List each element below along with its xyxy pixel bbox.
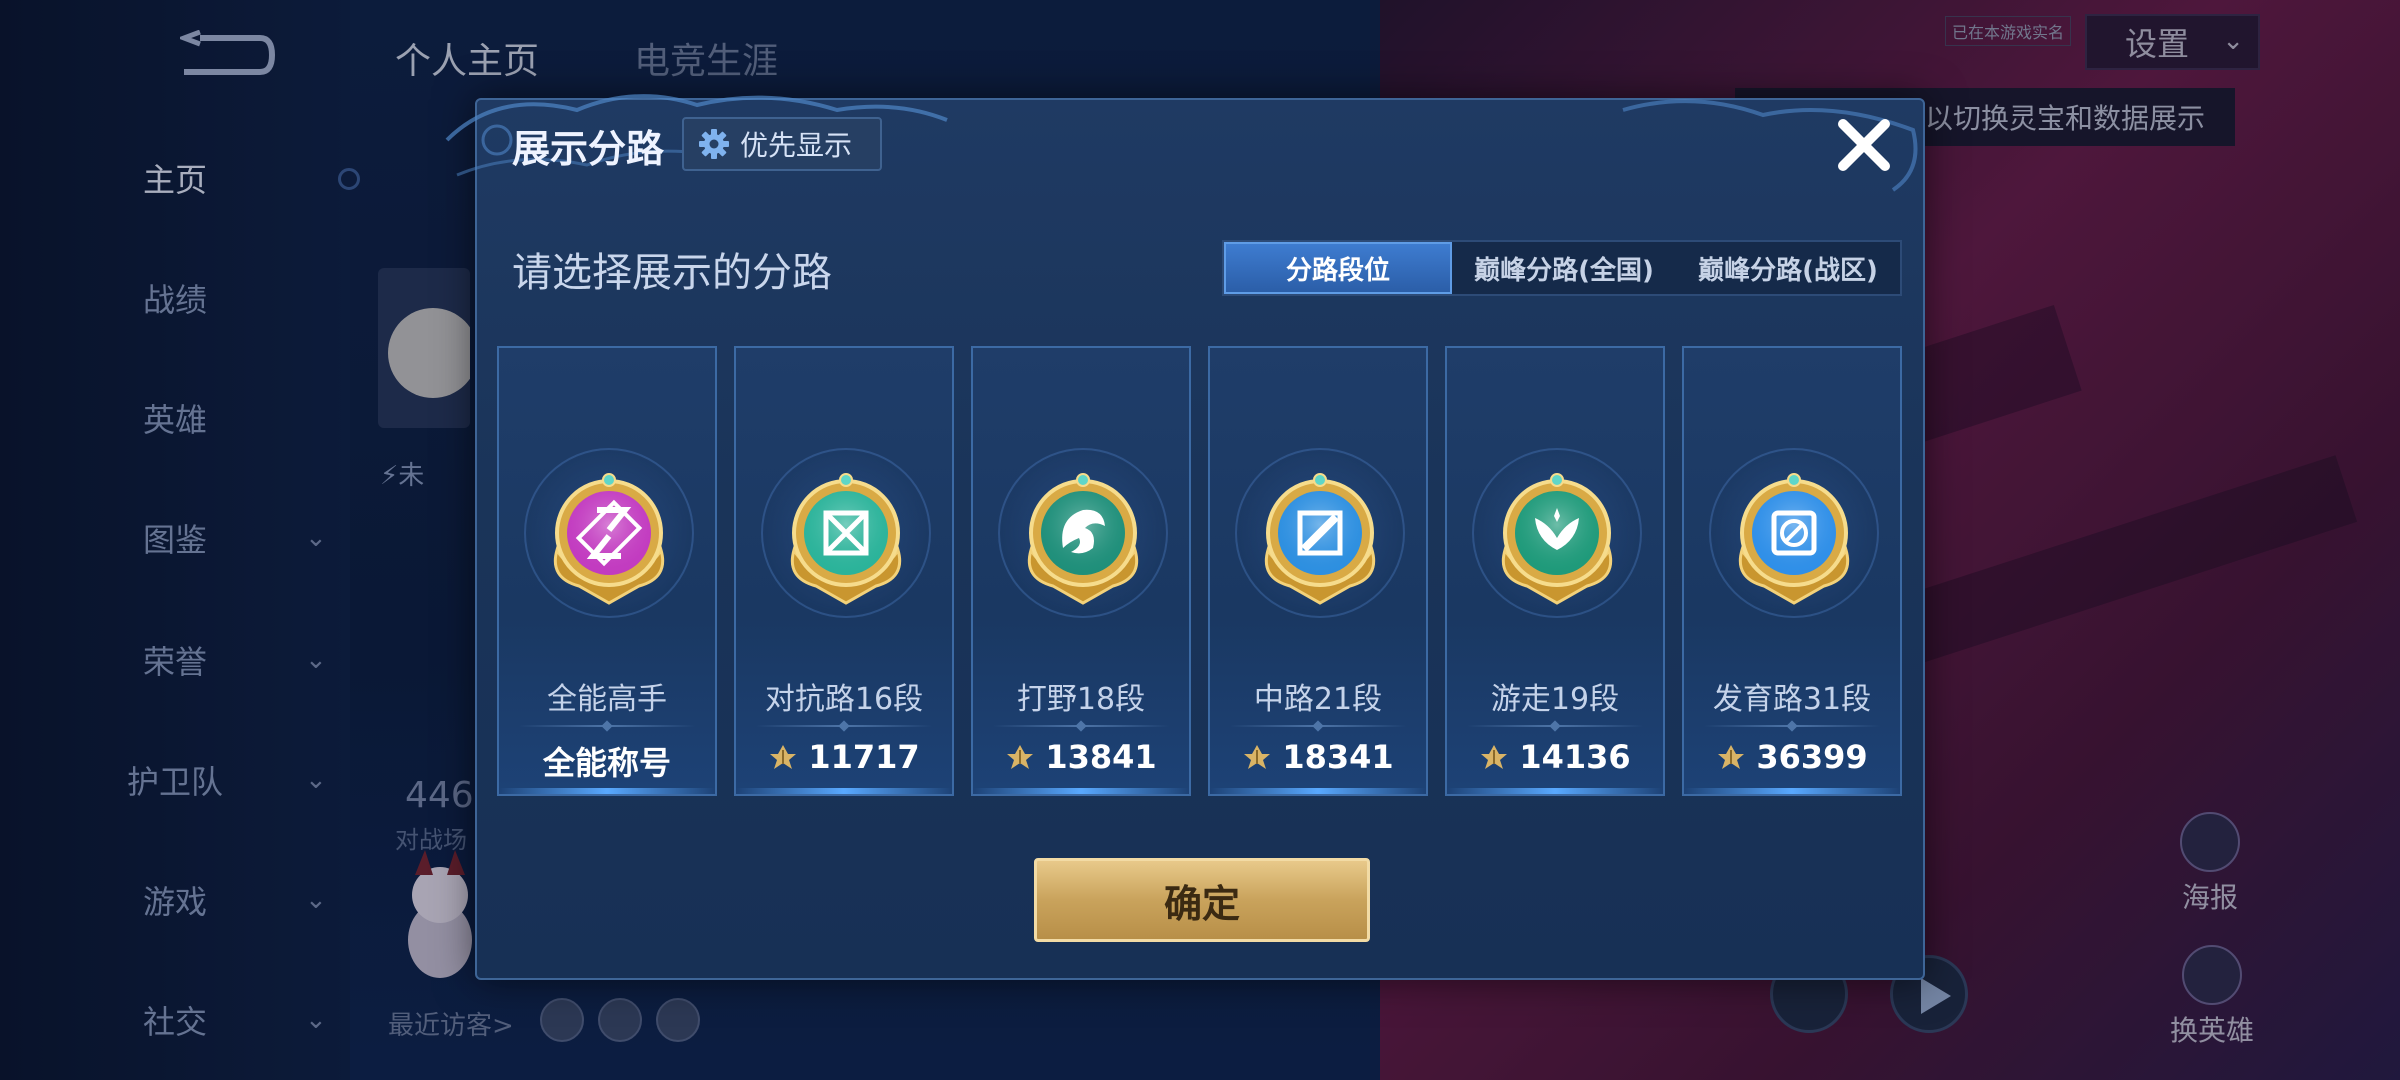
divider	[993, 725, 1169, 727]
lane-rank-label: 全能高手	[547, 682, 667, 717]
lane-score-value: 13841	[1045, 738, 1157, 776]
farm-lane-icon	[1738, 473, 1850, 605]
lane-type-tabs: 分路段位 巅峰分路(全国) 巅峰分路(战区)	[1222, 240, 1902, 296]
lane-card[interactable]: 游走19段 14136	[1445, 346, 1665, 796]
jungle-icon	[1027, 473, 1139, 605]
divider	[519, 725, 695, 727]
lane-score-value: 11717	[808, 738, 920, 776]
lane-rank-label: 游走19段	[1490, 682, 1620, 717]
allround-icon	[553, 473, 665, 605]
divider	[1467, 725, 1643, 727]
lane-display-dialog: 展示分路 优先显示 请选择展示的分路 分路段位 巅峰分路(全国) 巅峰分路(战区) …	[445, 94, 1925, 980]
rank-badge	[524, 448, 694, 618]
clash-lane-icon	[790, 473, 902, 605]
rank-badge	[761, 448, 931, 618]
lane-score: 全能称号	[499, 738, 715, 784]
mid-lane-icon	[1264, 473, 1376, 605]
dialog-title: 展示分路	[512, 127, 665, 171]
lane-rank-label: 打野18段	[1016, 682, 1146, 717]
lane-card[interactable]: 全能高手 全能称号	[497, 346, 717, 796]
peak-points-icon	[770, 745, 797, 769]
lane-card[interactable]: 打野18段 13841	[971, 346, 1191, 796]
gear-icon	[699, 129, 729, 159]
lane-card[interactable]: 中路21段 18341	[1208, 346, 1428, 796]
priority-display-button[interactable]: 优先显示	[682, 117, 882, 171]
lane-score-value: 全能称号	[542, 744, 671, 782]
rank-badge	[1235, 448, 1405, 618]
dialog-subtitle: 请选择展示的分路	[512, 250, 832, 296]
lane-score: 13841	[973, 738, 1189, 776]
lane-card[interactable]: 发育路31段 36399	[1682, 346, 1902, 796]
divider	[1230, 725, 1406, 727]
lane-score: 14136	[1447, 738, 1663, 776]
lane-rank-label: 对抗路16段	[764, 682, 924, 717]
rank-badge	[998, 448, 1168, 618]
lane-score: 11717	[736, 738, 952, 776]
rank-badge	[1472, 448, 1642, 618]
lane-score: 18341	[1210, 738, 1426, 776]
lane-rank-label: 发育路31段	[1712, 682, 1872, 717]
peak-points-icon	[1481, 745, 1508, 769]
lane-type-tab[interactable]: 分路段位	[1224, 242, 1452, 294]
lane-type-tab[interactable]: 巅峰分路(全国)	[1452, 242, 1676, 294]
divider	[756, 725, 932, 727]
peak-points-icon	[1718, 745, 1745, 769]
lane-cards: 全能高手 全能称号 对抗路16段 11717 打野18段 13841 中路21段 18341 游…	[497, 346, 1907, 796]
peak-points-icon	[1007, 745, 1034, 769]
close-icon[interactable]	[1833, 114, 1895, 176]
peak-points-icon	[1244, 745, 1271, 769]
lane-score-value: 36399	[1756, 738, 1868, 776]
lane-card[interactable]: 对抗路16段 11717	[734, 346, 954, 796]
rank-badge	[1709, 448, 1879, 618]
lane-type-tab[interactable]: 巅峰分路(战区)	[1676, 242, 1900, 294]
divider	[1704, 725, 1880, 727]
confirm-button[interactable]: 确定	[1034, 858, 1370, 942]
lane-score: 36399	[1684, 738, 1900, 776]
roam-icon	[1501, 473, 1613, 605]
lane-score-value: 18341	[1282, 738, 1394, 776]
lane-rank-label: 中路21段	[1253, 682, 1383, 717]
lane-score-value: 14136	[1519, 738, 1631, 776]
